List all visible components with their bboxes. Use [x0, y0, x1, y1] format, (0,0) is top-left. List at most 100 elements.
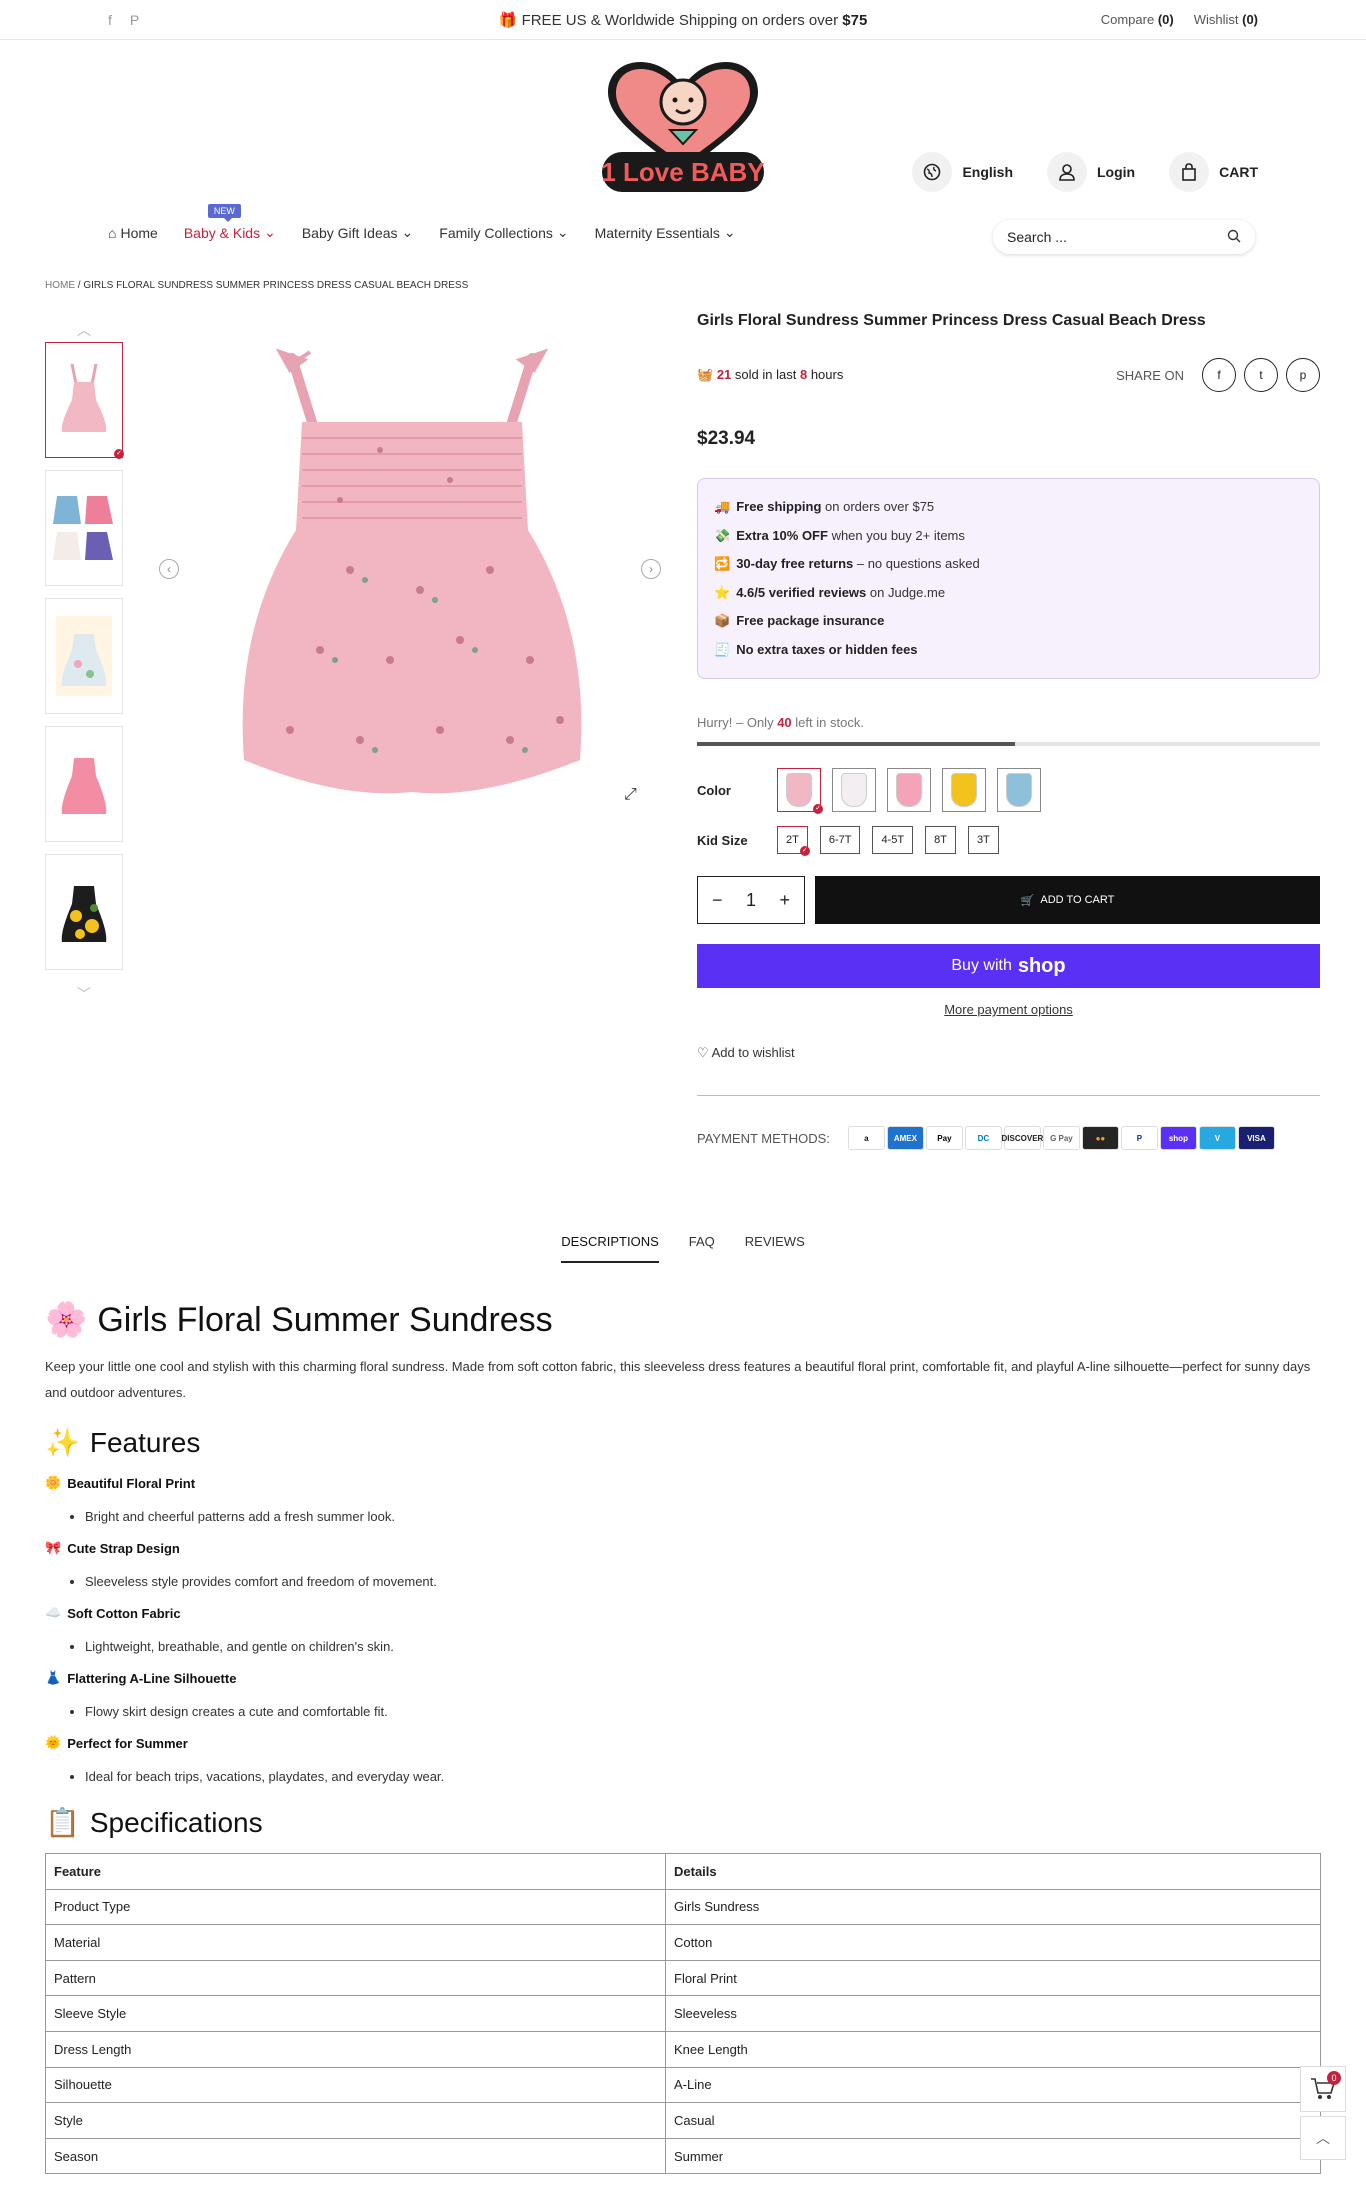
feature-icon: ☁️ — [45, 1605, 62, 1620]
add-to-cart-button[interactable]: 🛒 ADD TO CART — [815, 876, 1320, 924]
twitter-icon[interactable]: t — [1244, 358, 1278, 392]
qty-value[interactable]: 1 — [746, 890, 756, 911]
chevron-up-icon: ︿ — [1316, 2130, 1330, 2146]
payment-card-icon: shop — [1159, 1126, 1197, 1150]
buy-with-shop-button[interactable]: Buy with shop — [697, 944, 1320, 988]
tab-descriptions[interactable]: DESCRIPTIONS — [561, 1234, 659, 1263]
chevron-down-icon[interactable]: ﹀ — [45, 982, 123, 1006]
home-icon: ⌂ — [108, 224, 117, 241]
perk-icon: 📦 — [714, 613, 731, 628]
spec-feature: Dress Length — [45, 2030, 666, 2068]
spec-detail: Floral Print — [665, 1959, 1321, 1997]
main-nav: ⌂ Home NEW Baby & Kids ⌄ Baby Gift Ideas ⌄ … — [108, 204, 736, 241]
new-badge: NEW — [207, 204, 241, 222]
flower-icon: 🌸 — [45, 1301, 88, 1339]
features-heading: ✨ Features — [45, 1426, 201, 1459]
feature-text: Bright and cheerful patterns add a fresh… — [85, 1509, 1321, 1524]
pinterest-icon[interactable]: P — [130, 12, 139, 28]
promo-text: FREE US & Worldwide Shipping on orders o… — [521, 11, 839, 29]
color-swatch[interactable] — [997, 768, 1041, 812]
feature-item: 🎀 Cute Strap Design Sleeveless style provi… — [45, 1540, 1321, 1589]
color-swatch[interactable] — [942, 768, 986, 812]
perk-icon: 🔁 — [714, 556, 731, 571]
feature-icon: 👗 — [45, 1670, 62, 1685]
thumbnail-1[interactable] — [45, 342, 124, 459]
qty-minus-button[interactable]: − — [712, 890, 723, 911]
size-option[interactable]: 4-5T — [872, 826, 914, 854]
chevron-down-icon: ⌄ — [264, 224, 276, 240]
spec-detail: Knee Length — [665, 2030, 1321, 2068]
feature-title: Perfect for Summer — [67, 1735, 188, 1751]
add-to-wishlist-link[interactable]: ♡ Add to wishlist — [697, 1045, 1320, 1061]
search-icon[interactable] — [1227, 229, 1241, 246]
facebook-icon[interactable]: f — [108, 12, 112, 28]
spec-detail: Girls Sundress — [665, 1888, 1321, 1926]
table-row: Product Type Girls Sundress — [45, 1888, 1321, 1926]
tab-faq[interactable]: FAQ — [689, 1234, 715, 1263]
color-swatch[interactable] — [832, 768, 876, 812]
thumbnail-2[interactable] — [45, 470, 123, 586]
feature-text: Flowy skirt design creates a cute and co… — [85, 1704, 1321, 1719]
spec-feature: Silhouette — [45, 2066, 666, 2104]
prev-image-icon[interactable]: ‹ — [159, 559, 179, 579]
share-links: SHARE ON f t p — [1116, 358, 1320, 392]
spec-feature: Pattern — [45, 1959, 666, 1997]
product-title: Girls Floral Sundress Summer Princess Dr… — [697, 312, 1206, 329]
brand-logo[interactable]: 1 Love BABY — [600, 60, 766, 200]
size-option[interactable]: 2T — [777, 826, 810, 856]
payment-card-icon: P — [1120, 1126, 1158, 1150]
spec-feature: Material — [45, 1924, 666, 1961]
product-info: Girls Floral Sundress Summer Princess Dr… — [697, 312, 1320, 1150]
spec-detail: Cotton — [665, 1924, 1321, 1961]
search-input[interactable] — [1007, 229, 1207, 245]
nav-maternity-essentials[interactable]: Maternity Essentials ⌄ — [595, 224, 736, 241]
cart-link[interactable]: CART — [1169, 152, 1258, 192]
nav-family-collections[interactable]: Family Collections ⌄ — [439, 224, 568, 241]
thumbnail-4[interactable] — [45, 726, 123, 842]
compare-link[interactable]: Compare (0) — [1101, 12, 1174, 27]
chevron-up-icon[interactable]: ︿ — [45, 318, 123, 342]
next-image-icon[interactable]: › — [641, 559, 661, 579]
size-option[interactable]: 6-7T — [819, 826, 861, 854]
description-lead: Keep your little one cool and stylish wi… — [45, 1359, 1311, 1400]
login-link[interactable]: Login — [1047, 152, 1135, 192]
basket-icon: 🧺 — [697, 367, 714, 382]
product-main-image[interactable] — [150, 330, 670, 810]
language-switcher[interactable]: English — [912, 152, 1013, 192]
thumbnail-5[interactable] — [45, 854, 123, 970]
payment-card-icon: DC — [964, 1126, 1002, 1150]
expand-icon[interactable]: ⤢ — [624, 786, 637, 804]
nav-home[interactable]: ⌂ Home — [108, 224, 158, 241]
size-option[interactable]: 8T — [925, 826, 956, 854]
pinterest-icon[interactable]: p — [1286, 358, 1320, 392]
nav-baby-gift-ideas[interactable]: Baby Gift Ideas ⌄ — [302, 224, 413, 241]
perks-box: 🚚 Free shipping on orders over $75 💸 Extra … — [697, 478, 1320, 679]
facebook-icon[interactable]: f — [1202, 358, 1236, 392]
feature-title: Soft Cotton Fabric — [67, 1605, 181, 1621]
back-to-top-button[interactable]: ︿ — [1300, 2116, 1346, 2160]
tab-reviews[interactable]: REVIEWS — [745, 1234, 805, 1263]
qty-plus-button[interactable]: + — [779, 890, 790, 911]
size-option[interactable]: 3T — [967, 826, 999, 854]
user-icon — [1047, 152, 1087, 192]
header: 1 Love BABY English Login CART — [0, 40, 1366, 230]
thumbnail-strip: ︿ ﹀ — [45, 318, 124, 1006]
spec-feature: Product Type — [45, 1888, 666, 1926]
feature-icon: 🎀 — [45, 1540, 62, 1555]
color-swatch[interactable] — [777, 768, 823, 814]
nav-baby-kids[interactable]: NEW Baby & Kids ⌄ — [184, 204, 276, 241]
thumbnail-3[interactable] — [45, 598, 123, 714]
breadcrumb-home[interactable]: HOME — [45, 280, 75, 291]
wishlist-link[interactable]: Wishlist (0) — [1194, 12, 1258, 27]
divider — [697, 1095, 1320, 1096]
payment-card-icon: DISCOVER — [1002, 1126, 1043, 1150]
top-bar: f P 🎁 FREE US & Worldwide Shipping on or… — [0, 0, 1366, 40]
more-payment-options-link[interactable]: More payment options — [697, 1002, 1320, 1017]
chevron-down-icon: ⌄ — [401, 224, 414, 240]
color-swatch[interactable] — [887, 768, 931, 812]
feature-text: Sleeveless style provides comfort and fr… — [85, 1574, 1321, 1589]
feature-title: Flattering A-Line Silhouette — [67, 1670, 237, 1686]
floating-cart-button[interactable]: 0 — [1300, 2066, 1346, 2112]
feature-text: Ideal for beach trips, vacations, playda… — [85, 1769, 1321, 1784]
payment-card-icon: G Pay — [1042, 1126, 1080, 1150]
